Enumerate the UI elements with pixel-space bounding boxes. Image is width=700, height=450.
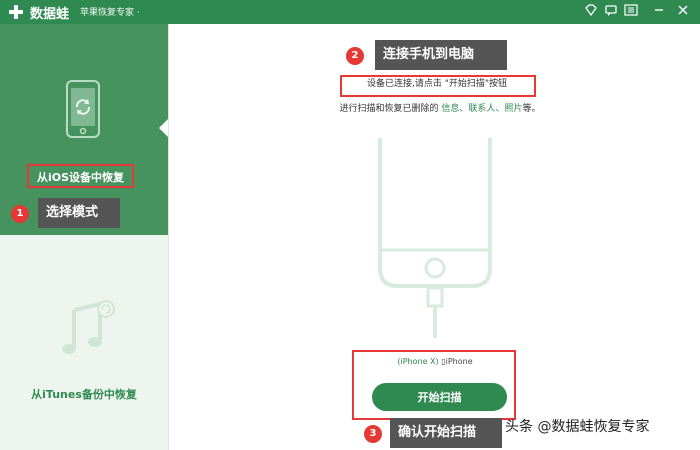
type-contacts: 联系人 [468, 104, 496, 114]
music-restore-icon [62, 300, 115, 354]
type-messages: 信息 [441, 104, 460, 114]
watermark: 头条 @数据蛙恢复专家 [505, 419, 650, 435]
sidebar-divider [168, 24, 169, 450]
start-scan-button[interactable]: 开始扫描 [372, 383, 507, 411]
scan-description: 进行扫描和恢复已删除的 信息、联系人、照片等。 [339, 104, 541, 114]
annotation-number-1: 1 [11, 205, 29, 223]
type-photos: 照片 [504, 104, 523, 114]
connected-hint: 设备已连接,请点击 "开始扫描"按钮 [366, 79, 507, 89]
menu-icon[interactable] [622, 3, 640, 21]
scan-description-suffix: 等。 [522, 104, 541, 114]
minimize-icon[interactable] [650, 3, 668, 21]
annotation-callout-3: 确认开始扫描 [390, 418, 502, 448]
product-name[interactable]: 苹果恢复专家 · [80, 5, 140, 18]
annotation-number-3: 3 [364, 425, 382, 443]
phone-cable-illustration [378, 138, 492, 338]
device-info: (iPhone X) ▯iPhone [360, 357, 510, 366]
close-icon[interactable] [674, 3, 692, 21]
annotation-number-2: 2 [346, 47, 364, 65]
phone-restore-icon [66, 80, 100, 138]
title-bar: 数据蛙 苹果恢复专家 · [0, 0, 700, 24]
sidebar: 从iOS设备中恢复 从iTunes备份中恢复 [0, 24, 169, 450]
mode-itunes-backup[interactable]: 从iTunes备份中恢复 [0, 236, 168, 450]
feedback-icon[interactable] [602, 3, 620, 21]
logo-icon [9, 5, 23, 19]
scan-description-prefix: 进行扫描和恢复已删除的 [339, 104, 442, 114]
mode-ios-label: 从iOS设备中恢复 [27, 164, 134, 188]
mode-itunes-label: 从iTunes备份中恢复 [31, 388, 137, 401]
app-brand: 数据蛙 [30, 7, 70, 22]
annotation-callout-2: 连接手机到电脑 [375, 40, 507, 70]
annotation-callout-1: 选择模式 [38, 198, 120, 228]
device-model: (iPhone X) [397, 357, 439, 366]
device-name: iPhone [445, 357, 473, 366]
diamond-icon[interactable] [582, 3, 600, 21]
